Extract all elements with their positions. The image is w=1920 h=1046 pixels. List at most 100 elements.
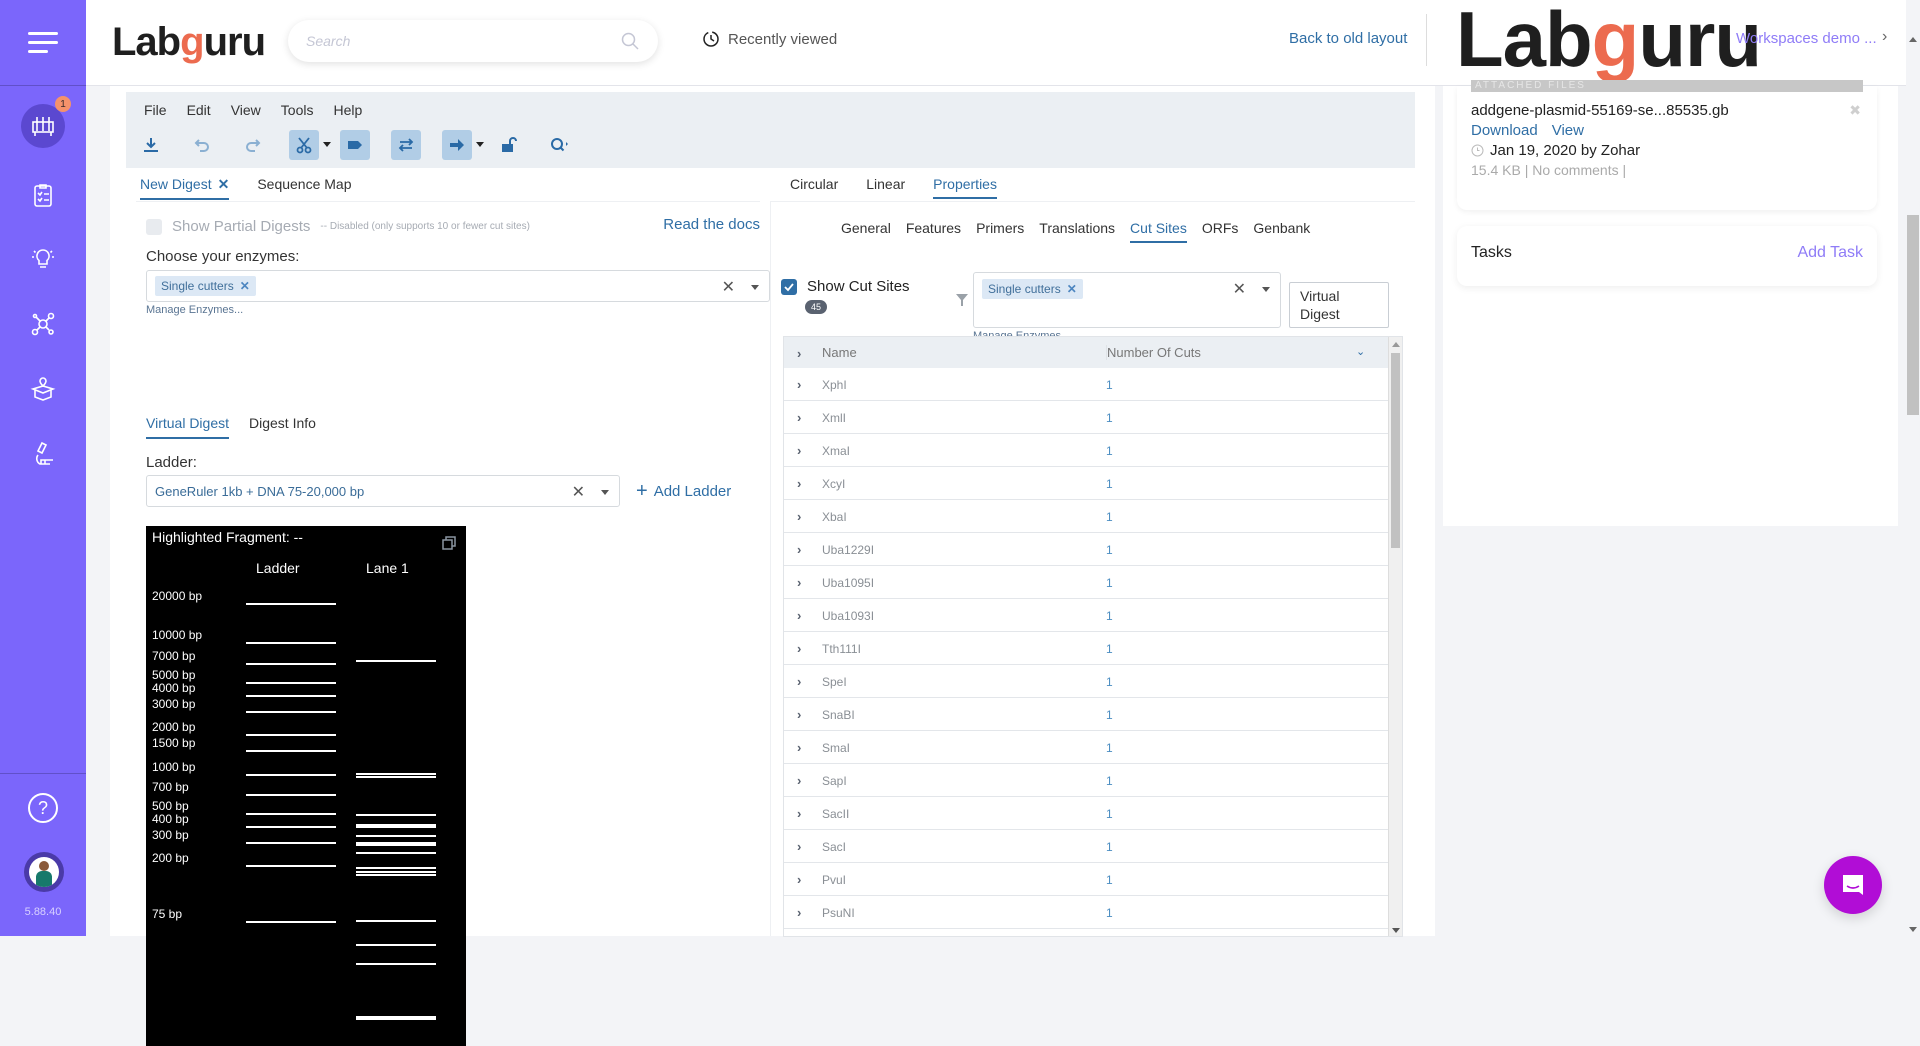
expand-row-icon[interactable]: › (797, 707, 801, 722)
sidebar-item-network[interactable] (21, 302, 65, 346)
delete-file-icon[interactable]: ✖ (1849, 102, 1861, 119)
menu-tools[interactable]: Tools (281, 102, 314, 118)
undo-button[interactable] (187, 130, 217, 160)
expand-window-icon[interactable] (442, 536, 456, 550)
lane1-band[interactable] (356, 772, 436, 775)
expand-row-icon[interactable]: › (797, 608, 801, 623)
tab-new-digest[interactable]: New Digest ✕ (140, 170, 230, 200)
add-ladder-button[interactable]: + Add Ladder (636, 480, 731, 503)
lane1-band[interactable] (356, 944, 436, 947)
cut-sites-toggle[interactable] (289, 130, 331, 160)
ladder-band[interactable] (246, 710, 336, 713)
ladder-band[interactable] (246, 694, 336, 697)
dropdown-caret-icon[interactable] (1262, 287, 1270, 292)
sidebar-item-projects[interactable] (21, 237, 65, 281)
table-scrollbar[interactable] (1388, 337, 1402, 936)
tab-cut-sites[interactable]: Cut Sites (1130, 216, 1187, 243)
expand-row-icon[interactable]: › (797, 740, 801, 755)
tab-features[interactable]: Features (906, 216, 961, 243)
ladder-band[interactable] (246, 750, 336, 753)
sidebar-item-equipment[interactable] (21, 432, 65, 476)
ladder-band[interactable] (246, 642, 336, 645)
lane1-band[interactable] (356, 873, 436, 876)
ladder-band[interactable] (246, 865, 336, 868)
orfs-toggle[interactable] (391, 130, 421, 160)
clear-ladder-icon[interactable]: ✕ (572, 482, 585, 502)
partial-digest-checkbox[interactable] (146, 218, 162, 235)
manage-enzymes-link[interactable]: Manage Enzymes... (146, 304, 243, 316)
tab-translations[interactable]: Translations (1039, 216, 1115, 243)
redo-button[interactable] (238, 130, 268, 160)
scroll-thumb[interactable] (1907, 215, 1919, 415)
clear-selection-icon[interactable]: ✕ (722, 277, 735, 297)
lane1-band[interactable] (356, 1017, 436, 1020)
sort-chevron-icon[interactable]: ⌄ (1356, 345, 1365, 358)
table-row[interactable]: › PsuNI 1 (784, 896, 1388, 929)
page-scrollbar[interactable] (1906, 0, 1920, 936)
expand-row-icon[interactable]: › (797, 377, 801, 392)
tab-digest-info[interactable]: Digest Info (249, 409, 316, 439)
ladder-band[interactable] (246, 603, 336, 605)
lane1-band[interactable] (356, 963, 436, 966)
tab-sequence-map[interactable]: Sequence Map (257, 170, 351, 200)
labguru-logo[interactable]: Labguru (112, 20, 266, 65)
tab-virtual-digest[interactable]: Virtual Digest (146, 409, 230, 439)
table-row[interactable]: › SapI 1 (784, 764, 1388, 797)
chat-launcher[interactable] (1824, 856, 1882, 914)
user-avatar[interactable] (24, 852, 64, 892)
table-row[interactable]: › SacII 1 (784, 797, 1388, 830)
expand-row-icon[interactable]: › (797, 443, 801, 458)
ladder-band[interactable] (246, 662, 336, 665)
dropdown-caret-icon[interactable] (323, 142, 331, 147)
expand-row-icon[interactable]: › (797, 872, 801, 887)
ladder-band[interactable] (246, 825, 336, 828)
add-task-link[interactable]: Add Task (1797, 244, 1863, 262)
table-row[interactable]: › PvuI 1 (784, 863, 1388, 896)
read-the-docs-link[interactable]: Read the docs (663, 216, 760, 233)
tab-general[interactable]: General (841, 216, 891, 243)
ladder-select[interactable]: GeneRuler 1kb + DNA 75-20,000 bp ✕ (146, 475, 620, 507)
find-button[interactable] (544, 130, 574, 160)
dropdown-caret-icon[interactable] (476, 142, 484, 147)
scroll-down-icon[interactable] (1392, 928, 1400, 933)
clear-filter-icon[interactable]: ✕ (1233, 279, 1246, 299)
dropdown-caret-icon[interactable] (601, 490, 609, 495)
sidebar-item-inventory[interactable]: 1 (21, 96, 71, 148)
scroll-thumb[interactable] (1391, 353, 1400, 548)
lane1-band[interactable] (356, 852, 436, 855)
expand-row-icon[interactable]: › (797, 839, 801, 854)
column-header-cuts[interactable]: Number Of Cuts (1106, 345, 1201, 360)
table-row[interactable]: › SmaI 1 (784, 731, 1388, 764)
table-row[interactable]: › SpeI 1 (784, 665, 1388, 698)
lane1-band[interactable] (356, 776, 436, 779)
view-link[interactable]: View (1552, 122, 1584, 139)
expand-row-icon[interactable]: › (797, 905, 801, 920)
expand-row-icon[interactable]: › (797, 476, 801, 491)
table-row[interactable]: › XmlI 1 (784, 401, 1388, 434)
chevron-right-icon[interactable]: › (1882, 28, 1887, 46)
table-row[interactable]: › XphI 1 (784, 368, 1388, 401)
workspace-selector[interactable]: Workspaces demo ... (1736, 30, 1877, 47)
ladder-band[interactable] (246, 842, 336, 845)
search-input[interactable] (306, 33, 620, 49)
menu-help[interactable]: Help (333, 102, 362, 118)
expand-row-icon[interactable]: › (797, 410, 801, 425)
menu-file[interactable]: File (144, 102, 167, 118)
ladder-band[interactable] (246, 734, 336, 737)
lock-button[interactable] (493, 130, 523, 160)
expand-row-icon[interactable]: › (797, 641, 801, 656)
expand-row-icon[interactable]: › (797, 509, 801, 524)
table-row[interactable]: › XbaI 1 (784, 500, 1388, 533)
table-row[interactable]: › XmaI 1 (784, 434, 1388, 467)
ladder-band[interactable] (246, 681, 336, 684)
lane1-band[interactable] (356, 920, 436, 923)
help-icon[interactable]: ? (28, 793, 58, 823)
cut-site-filter-select[interactable]: Single cutters ✕ ✕ (973, 272, 1281, 328)
ladder-band[interactable] (246, 921, 336, 923)
ladder-band[interactable] (246, 773, 336, 776)
table-row[interactable]: › Uba1093I 1 (784, 599, 1388, 632)
expand-row-icon[interactable]: › (797, 575, 801, 590)
enzyme-select[interactable]: Single cutters ✕ ✕ (146, 270, 770, 302)
back-to-old-layout-link[interactable]: Back to old layout (1289, 30, 1407, 47)
ladder-band[interactable] (246, 813, 336, 815)
